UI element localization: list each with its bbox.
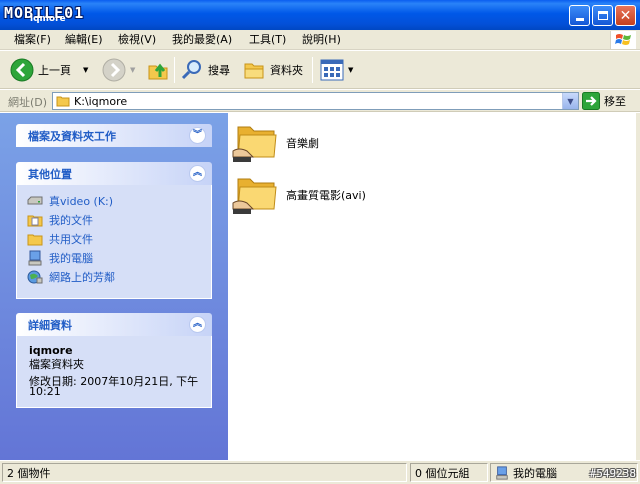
shared-folder-icon [232, 126, 277, 162]
chevron-down-icon: ▼ [567, 96, 574, 106]
status-size: 0 個位元組 [410, 463, 488, 482]
back-arrow-icon [10, 58, 34, 82]
file-tasks-header[interactable]: 檔案及資料夾工作 ︾ [16, 124, 212, 147]
link-my-documents[interactable]: 我的文件 [27, 212, 93, 228]
close-button[interactable]: ✕ [615, 5, 636, 26]
back-label: 上一頁 [38, 64, 71, 77]
my-computer-icon [496, 465, 508, 480]
shared-folder-icon [232, 178, 277, 214]
my-documents-icon [27, 215, 43, 227]
link-network-label: 網路上的芳鄰 [49, 271, 115, 284]
link-drive-k-label: 真video (K:) [49, 195, 114, 208]
details-type: 檔案資料夾 [29, 358, 84, 371]
status-bar: 2 個物件 0 個位元組 我的電腦 #549238 [0, 460, 640, 484]
size-text: 0 個位元組 [415, 466, 470, 480]
link-drive-k[interactable]: 真video (K:) [27, 193, 113, 209]
close-icon: ✕ [619, 7, 632, 24]
shared-folder-icon [27, 234, 43, 246]
forward-button[interactable]: ▼ [102, 55, 135, 85]
network-icon [27, 270, 43, 284]
views-button[interactable]: ▼ [320, 55, 353, 85]
go-button[interactable]: 移至 [582, 92, 626, 110]
address-label: 網址(D) [8, 96, 48, 109]
details-panel: iqmore 檔案資料夾 修改日期: 2007年10月21日, 下午 10:21 [16, 336, 212, 408]
views-icon [320, 59, 344, 81]
link-my-documents-label: 我的文件 [49, 214, 93, 227]
link-my-computer[interactable]: 我的電腦 [27, 250, 93, 266]
up-folder-icon [148, 63, 168, 80]
forward-dropdown-icon[interactable]: ▼ [130, 66, 135, 74]
search-button[interactable]: 搜尋 [180, 55, 230, 85]
forward-arrow-icon [102, 58, 126, 82]
my-computer-icon [28, 250, 42, 266]
folders-button[interactable]: 資料夾 [242, 55, 303, 85]
collapse-chevron-icon[interactable]: ︽ [189, 316, 206, 333]
address-input[interactable]: K:\iqmore ▼ [52, 92, 579, 110]
other-places-header[interactable]: 其他位置 ︽ [16, 162, 212, 185]
other-places-title: 其他位置 [28, 167, 72, 181]
title-bar: MOBILE01 iqmore ✕ [0, 0, 640, 30]
maximize-icon [597, 11, 608, 20]
window-border [636, 113, 640, 460]
menu-help[interactable]: 說明(H) [300, 32, 343, 48]
status-object-count: 2 個物件 [2, 463, 407, 482]
go-label: 移至 [604, 95, 626, 108]
menu-edit[interactable]: 編輯(E) [63, 32, 105, 48]
details-title: 詳細資料 [28, 318, 72, 332]
toolbar-separator [312, 57, 313, 83]
other-places-panel: 真video (K:) 我的文件 共用文件 我的電腦 網路上的芳鄰 [16, 185, 212, 299]
search-label: 搜尋 [208, 64, 230, 77]
go-arrow-icon [582, 92, 600, 110]
link-my-computer-label: 我的電腦 [49, 252, 93, 265]
views-dropdown-icon[interactable]: ▼ [348, 66, 353, 74]
menu-bar: 檔案(F) 編輯(E) 檢視(V) 我的最愛(A) 工具(T) 說明(H) [0, 30, 640, 50]
address-dropdown-button[interactable]: ▼ [562, 93, 578, 109]
address-value: K:\iqmore [74, 94, 128, 108]
folder-icon [56, 96, 70, 107]
maximize-button[interactable] [592, 5, 613, 26]
link-shared-documents-label: 共用文件 [49, 233, 93, 246]
menu-file[interactable]: 檔案(F) [12, 32, 53, 48]
folder-item[interactable]: 音樂劇 [232, 121, 319, 165]
minimize-button[interactable] [569, 5, 590, 26]
back-button[interactable]: 上一頁 ▼ [10, 55, 88, 85]
toolbar: 上一頁 ▼ ▼ 搜尋 資料夾 ▼ [0, 51, 640, 89]
windows-logo-icon [610, 31, 636, 49]
folder-view: 音樂劇 高畫質電影(avi) [228, 113, 636, 460]
details-header[interactable]: 詳細資料 ︽ [16, 313, 212, 336]
details-modified-time: 10:21 [29, 385, 61, 398]
menu-favorites[interactable]: 我的最愛(A) [170, 32, 234, 48]
folder-item[interactable]: 高畫質電影(avi) [232, 173, 366, 217]
object-count-text: 2 個物件 [7, 466, 51, 480]
folders-icon [244, 63, 264, 79]
watermark: #549238 [589, 467, 636, 480]
folder-name: 音樂劇 [286, 137, 319, 150]
folder-name: 高畫質電影(avi) [286, 189, 366, 202]
window-title: iqmore [30, 14, 66, 24]
link-shared-documents[interactable]: 共用文件 [27, 231, 93, 247]
search-icon [181, 60, 201, 80]
menu-view[interactable]: 檢視(V) [116, 32, 158, 48]
up-folder-button[interactable] [146, 55, 170, 85]
location-text: 我的電腦 [513, 466, 557, 480]
back-dropdown-icon[interactable]: ▼ [83, 66, 88, 74]
toolbar-separator [174, 57, 175, 83]
address-bar: 網址(D) K:\iqmore ▼ 移至 [0, 90, 640, 112]
file-tasks-title: 檔案及資料夾工作 [28, 129, 116, 143]
minimize-icon [575, 18, 584, 21]
link-network[interactable]: 網路上的芳鄰 [27, 269, 115, 285]
menu-tools[interactable]: 工具(T) [247, 32, 288, 48]
folders-label: 資料夾 [270, 64, 303, 77]
task-pane: 檔案及資料夾工作 ︾ 其他位置 ︽ 真video (K:) 我的文件 共用文件 [0, 113, 228, 460]
expand-chevron-icon[interactable]: ︾ [189, 127, 206, 144]
drive-icon [27, 196, 43, 205]
collapse-chevron-icon[interactable]: ︽ [189, 165, 206, 182]
